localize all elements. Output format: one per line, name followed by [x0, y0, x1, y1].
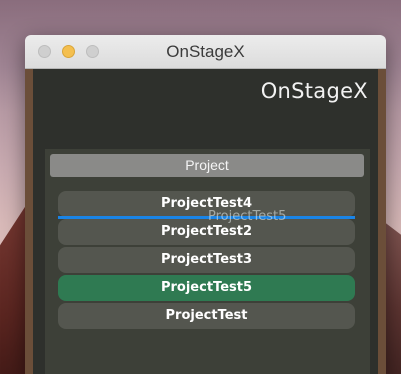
- project-item-selected[interactable]: ProjectTest5: [58, 275, 355, 301]
- drag-ghost-label: ProjectTest5: [208, 209, 287, 224]
- project-item[interactable]: ProjectTest: [58, 303, 355, 329]
- main-content: OnStageX Project ProjectTest4 ProjectTes…: [33, 69, 378, 374]
- project-header[interactable]: Project: [50, 154, 364, 177]
- app-brand-title: OnStageX: [260, 79, 368, 103]
- project-panel: Project ProjectTest4 ProjectTest2 Projec…: [45, 149, 370, 374]
- desktop-background: OnStageX OnStageX Project ProjectTest4 P…: [0, 0, 401, 374]
- drop-indicator: [58, 216, 355, 219]
- app-window: OnStageX OnStageX Project ProjectTest4 P…: [25, 35, 386, 374]
- project-item[interactable]: ProjectTest4: [58, 191, 355, 217]
- project-item[interactable]: ProjectTest2: [58, 219, 355, 245]
- project-item[interactable]: ProjectTest3: [58, 247, 355, 273]
- window-titlebar[interactable]: OnStageX: [25, 35, 386, 69]
- window-title: OnStageX: [166, 42, 245, 61]
